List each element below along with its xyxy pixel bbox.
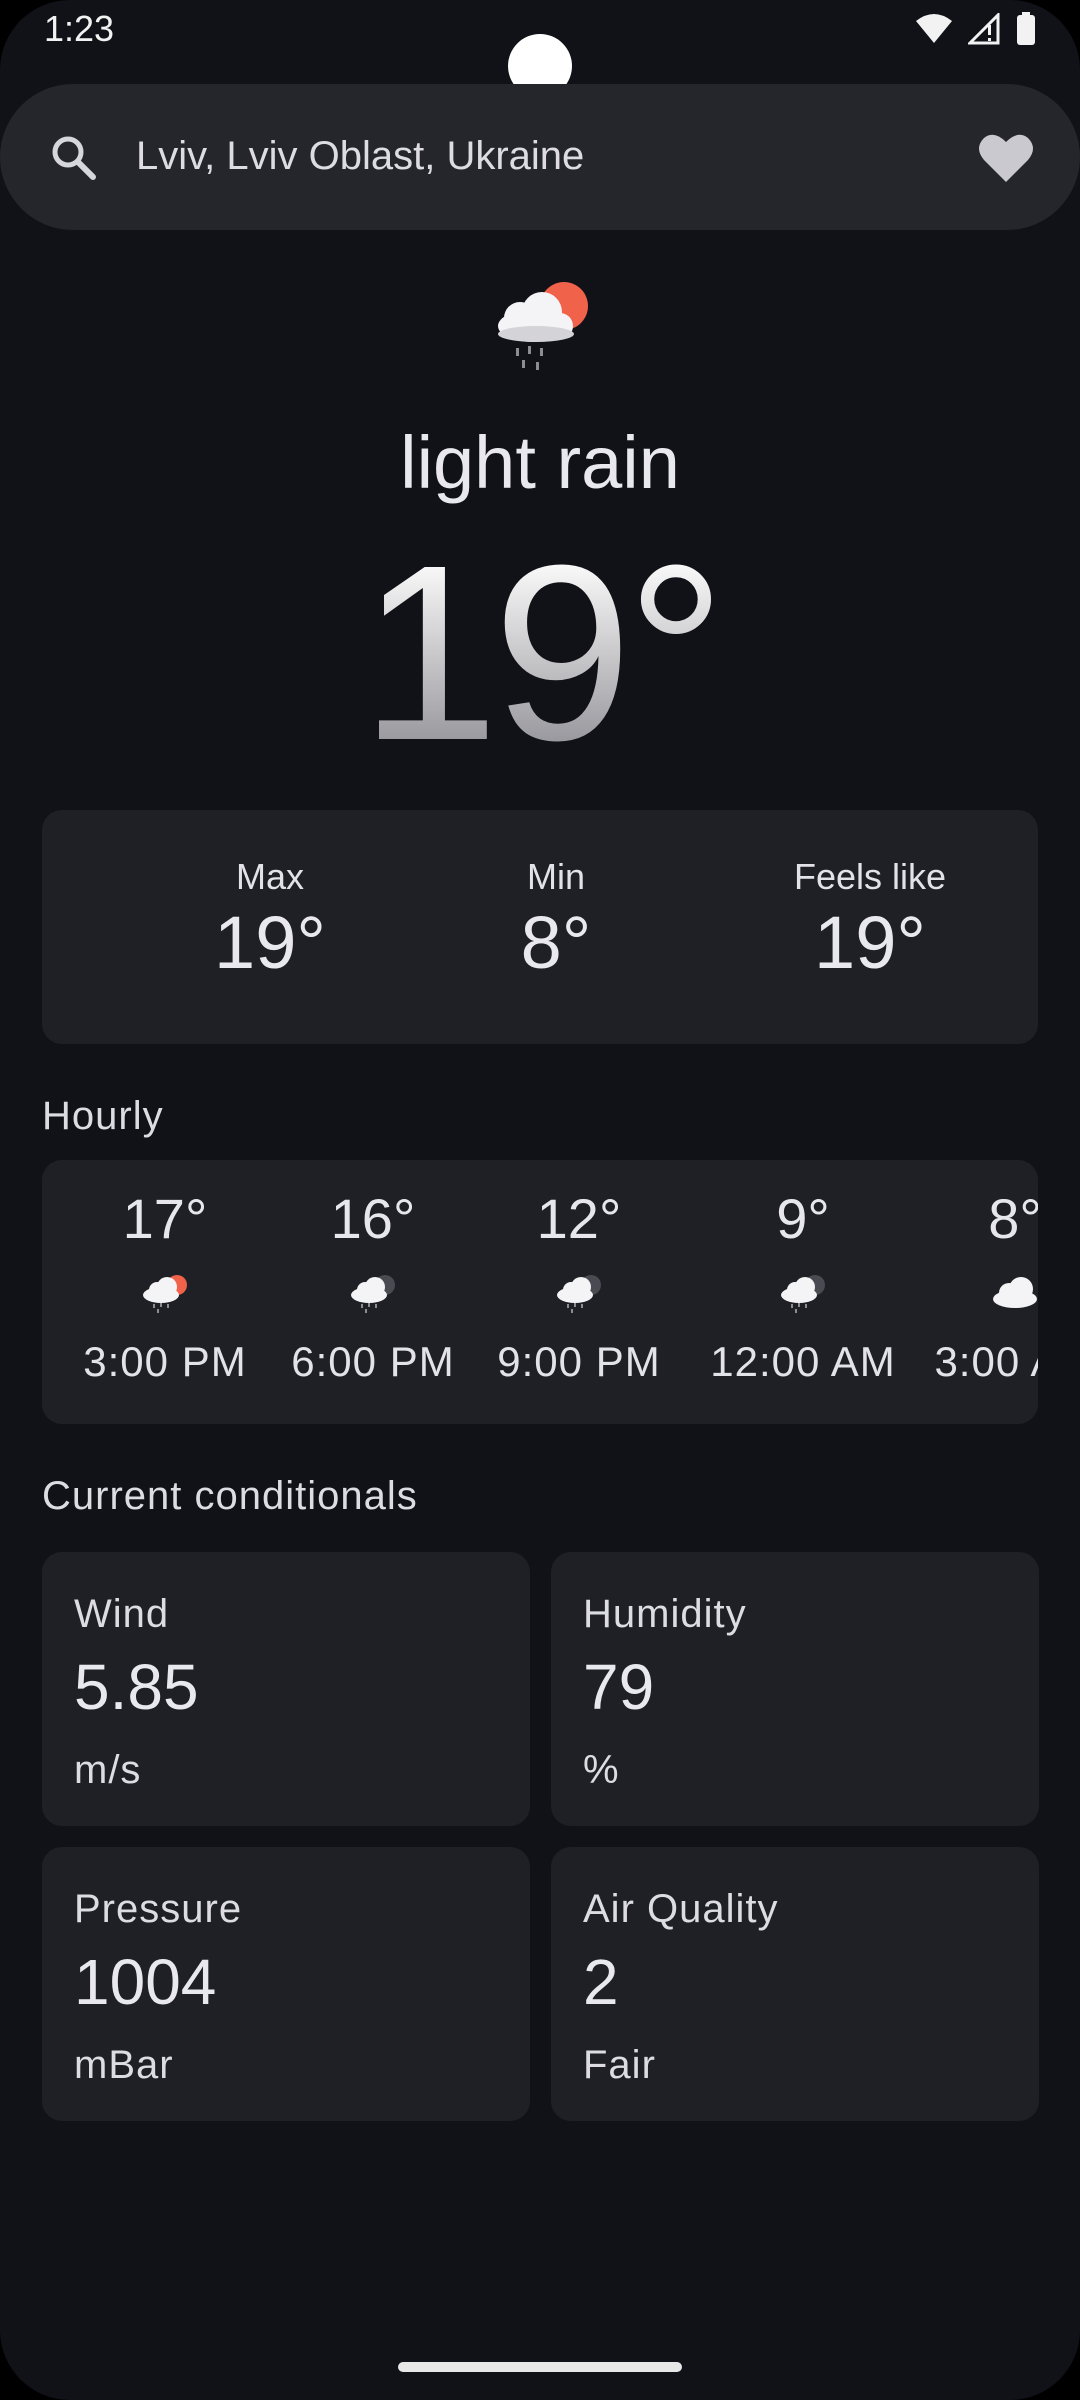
conditions-title: Current conditionals — [42, 1474, 418, 1518]
temperature-summary-card: Max 19° Min 8° Feels like 19° — [42, 810, 1038, 1044]
humidity-card: Humidity 79 % — [551, 1552, 1039, 1826]
hour-time: 3:00 AM — [934, 1338, 1038, 1385]
hourly-item: 12° 9:00 PM — [474, 1186, 684, 1386]
cloud-icon — [993, 1277, 1037, 1308]
stat-label: Max — [235, 856, 304, 897]
wifi-icon — [916, 14, 952, 43]
cond-label: Wind — [74, 1592, 170, 1636]
wind-card: Wind 5.85 m/s — [42, 1552, 530, 1826]
cond-label: Air Quality — [583, 1887, 779, 1931]
cond-unit: Fair — [583, 2043, 656, 2087]
status-icons — [914, 12, 1036, 46]
hour-time: 9:00 PM — [497, 1338, 661, 1385]
stat-max: Max 19° — [140, 856, 400, 985]
stat-value: 8° — [520, 901, 592, 984]
hour-time: 3:00 PM — [83, 1338, 247, 1385]
hour-temp: 16° — [330, 1187, 416, 1250]
weather-screen: 1:23 Lviv, Lviv Oblast, Ukraine light ra… — [0, 0, 1080, 2400]
hour-time: 6:00 PM — [291, 1338, 455, 1385]
stat-label: Min — [526, 856, 585, 897]
heart-icon[interactable] — [978, 132, 1034, 184]
cond-unit: m/s — [74, 1748, 142, 1792]
cond-value: 79 — [583, 1651, 655, 1723]
battery-icon — [1017, 12, 1035, 45]
pressure-card: Pressure 1004 mBar — [42, 1847, 530, 2121]
search-icon[interactable] — [48, 132, 98, 182]
cond-value: 1004 — [74, 1946, 217, 2018]
hourly-title: Hourly — [42, 1094, 164, 1138]
cond-unit: mBar — [74, 2043, 174, 2087]
cond-label: Humidity — [583, 1592, 747, 1636]
hour-temp: 12° — [536, 1187, 622, 1250]
cond-value: 5.85 — [74, 1651, 199, 1723]
current-temperature: 19° — [0, 528, 1080, 778]
stat-value: 19° — [814, 901, 926, 984]
stat-feels-like: Feels like 19° — [740, 856, 1000, 985]
stat-value: 19° — [214, 901, 326, 984]
stat-min: Min 8° — [426, 856, 686, 985]
cloud-moon-rain-icon — [351, 1275, 395, 1313]
cloud-moon-rain-icon — [557, 1275, 601, 1313]
hour-temp: 9° — [776, 1187, 830, 1250]
hourly-item: 9° 12:00 AM — [678, 1186, 928, 1386]
hour-temp: 8° — [988, 1187, 1038, 1250]
hour-time: 12:00 AM — [710, 1338, 896, 1385]
home-indicator[interactable] — [398, 2362, 682, 2372]
hourly-forecast-list[interactable]: 17° 3:00 PM 16° 6:00 PM 12° 9:00 PM 9° 1… — [42, 1160, 1038, 1424]
hourly-item: 8° 3:00 AM — [910, 1186, 1038, 1386]
location-text[interactable]: Lviv, Lviv Oblast, Ukraine — [136, 134, 584, 179]
search-bar[interactable]: Lviv, Lviv Oblast, Ukraine — [0, 84, 1080, 230]
cloud-sun-rain-icon — [143, 1275, 187, 1313]
hour-temp: 17° — [122, 1187, 208, 1250]
status-time: 1:23 — [44, 8, 115, 49]
cond-unit: % — [583, 1748, 620, 1792]
cloud-sun-rain-icon — [498, 282, 588, 370]
cond-label: Pressure — [74, 1887, 243, 1931]
stat-label: Feels like — [793, 856, 947, 897]
hourly-item: 17° 3:00 PM — [60, 1186, 270, 1386]
cond-value: 2 — [583, 1946, 619, 2018]
cloud-moon-rain-icon — [781, 1275, 825, 1313]
air-quality-card: Air Quality 2 Fair — [551, 1847, 1039, 2121]
hourly-item: 16° 6:00 PM — [268, 1186, 478, 1386]
signal-icon — [968, 13, 1000, 45]
condition-text: light rain — [400, 421, 680, 504]
